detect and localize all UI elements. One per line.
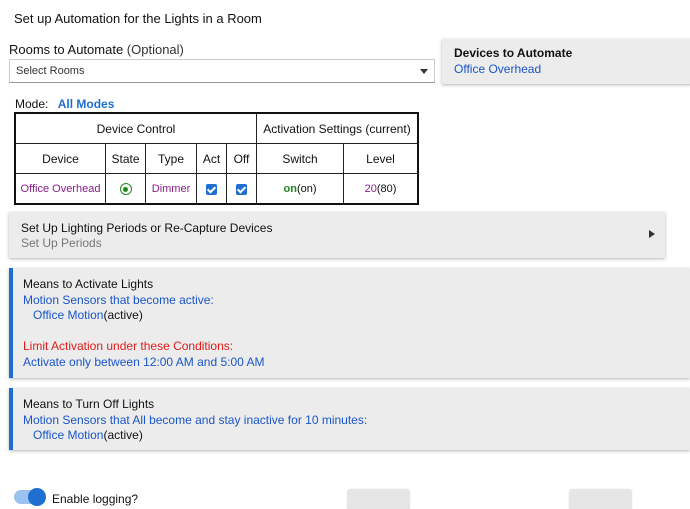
rooms-select[interactable]: Select Rooms <box>9 59 435 83</box>
rooms-select-placeholder: Select Rooms <box>16 65 85 77</box>
activate-heading: Means to Activate Lights <box>23 277 154 291</box>
limit-value: Activate only between 12:00 AM and 5:00 … <box>23 355 265 369</box>
row-type: Dimmer <box>145 173 197 205</box>
devices-to-automate-button[interactable]: Devices to Automate Office Overhead <box>442 39 690 84</box>
activate-lights-section[interactable]: Means to Activate Lights Motion Sensors … <box>9 268 690 378</box>
lighting-periods-button[interactable]: Set Up Lighting Periods or Re-Capture De… <box>9 212 665 258</box>
row-off[interactable] <box>226 173 257 205</box>
logging-label: Enable logging? <box>52 492 139 506</box>
turnoff-sensors-label: Motion Sensors that All become and stay … <box>23 413 368 427</box>
col-device: Device <box>14 143 106 174</box>
turn-off-lights-section[interactable]: Means to Turn Off Lights Motion Sensors … <box>9 388 690 450</box>
level-current: (80) <box>376 182 397 195</box>
periods-heading: Set Up Lighting Periods or Re-Capture De… <box>21 221 273 235</box>
col-level: Level <box>343 143 419 174</box>
mode-value[interactable]: All Modes <box>58 97 115 111</box>
chevron-down-icon[interactable] <box>420 69 428 74</box>
toggle-knob[interactable] <box>28 488 46 506</box>
rooms-optional-text: (Optional) <box>126 42 184 57</box>
logging-toggle[interactable] <box>14 488 46 506</box>
turnoff-sensor-state: (active) <box>103 428 143 442</box>
act-checkbox[interactable] <box>206 183 217 195</box>
footer-button-1[interactable] <box>348 489 409 509</box>
turnoff-sensor-name: Office Motion <box>33 428 104 442</box>
row-state[interactable] <box>105 173 146 205</box>
rooms-label-text: Rooms to Automate <box>9 42 124 57</box>
col-off: Off <box>226 143 257 174</box>
activation-settings-header: Activation Settings (current) <box>256 112 419 144</box>
col-type: Type <box>145 143 197 174</box>
footer-button-2[interactable] <box>570 489 631 509</box>
row-act[interactable] <box>196 173 227 205</box>
row-device[interactable]: Office Overhead <box>14 173 106 205</box>
switch-value: on <box>283 182 297 195</box>
device-control-header: Device Control <box>14 112 257 144</box>
col-state: State <box>105 143 146 174</box>
activate-sensor-state: (active) <box>103 308 143 322</box>
periods-sub: Set Up Periods <box>21 236 102 250</box>
switch-current: (on) <box>296 182 317 195</box>
table-row: Office Overhead Dimmer on(on) 20(80) <box>14 173 419 205</box>
activate-sensor-name: Office Motion <box>33 308 104 322</box>
chevron-right-icon <box>649 230 655 238</box>
devices-heading: Devices to Automate <box>454 46 573 60</box>
rooms-label: Rooms to Automate (Optional) <box>9 42 184 57</box>
off-checkbox[interactable] <box>236 183 247 195</box>
page-title: Set up Automation for the Lights in a Ro… <box>14 11 262 26</box>
level-value: 20 <box>364 182 377 195</box>
turnoff-sensor-row: Office Motion(active) <box>33 428 143 442</box>
col-switch: Switch <box>256 143 344 174</box>
device-control-table: Device Control Activation Settings (curr… <box>14 112 419 205</box>
mode-label: Mode: <box>15 97 49 111</box>
row-switch[interactable]: on(on) <box>256 173 344 205</box>
turnoff-heading: Means to Turn Off Lights <box>23 397 155 411</box>
activate-sensors-label: Motion Sensors that become active: <box>23 293 214 307</box>
state-radio-icon[interactable] <box>119 183 132 196</box>
mode-row: Mode: All Modes <box>15 97 114 111</box>
activate-sensor-row: Office Motion(active) <box>33 308 143 322</box>
devices-value: Office Overhead <box>454 62 542 76</box>
limit-label: Limit Activation under these Conditions: <box>23 339 234 353</box>
col-act: Act <box>196 143 227 174</box>
row-level[interactable]: 20(80) <box>343 173 419 205</box>
